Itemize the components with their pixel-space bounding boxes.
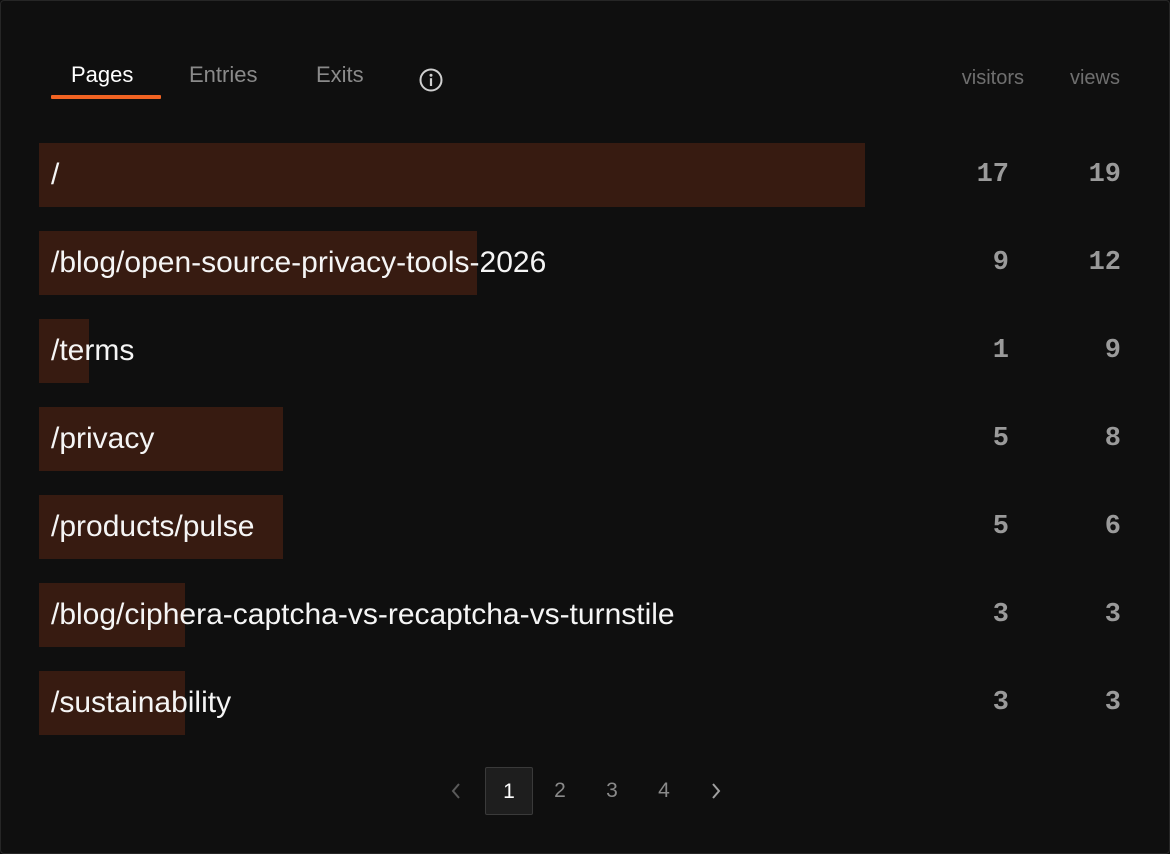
tab-entries-label: Entries bbox=[189, 62, 258, 87]
views-count: 9 bbox=[1104, 336, 1121, 366]
active-tab-indicator bbox=[51, 95, 161, 99]
visitors-count: 5 bbox=[992, 424, 1009, 454]
tab-pages-label: Pages bbox=[71, 62, 134, 87]
share-bar bbox=[39, 143, 865, 207]
list-item[interactable]: /privacy 5 8 bbox=[39, 407, 1121, 471]
list-item[interactable]: /sustainability 3 3 bbox=[39, 671, 1121, 735]
views-count: 3 bbox=[1104, 688, 1121, 718]
chevron-right-icon bbox=[712, 783, 721, 799]
visitors-count: 9 bbox=[992, 248, 1009, 278]
next-page-button[interactable] bbox=[691, 767, 739, 815]
list-item[interactable]: /blog/open-source-privacy-tools-2026 9 1… bbox=[39, 231, 1121, 295]
visitors-count: 3 bbox=[992, 600, 1009, 630]
views-count: 19 bbox=[1088, 160, 1121, 190]
top-pages-panel: Pages Entries Exits visitors views / 17 … bbox=[0, 0, 1170, 854]
tab-exits-label: Exits bbox=[316, 62, 364, 87]
page-path: /products/pulse bbox=[51, 510, 255, 543]
column-header-visitors: visitors bbox=[961, 67, 1024, 89]
page-button-1[interactable]: 1 bbox=[485, 767, 533, 815]
info-icon[interactable] bbox=[418, 67, 444, 93]
list-item[interactable]: / 17 19 bbox=[39, 143, 1121, 207]
tab-exits[interactable]: Exits bbox=[316, 59, 364, 101]
column-header-views: views bbox=[1069, 67, 1120, 89]
page-path: /sustainability bbox=[51, 686, 232, 719]
list-item[interactable]: /blog/ciphera-captcha-vs-recaptcha-vs-tu… bbox=[39, 583, 1121, 647]
page-path: /blog/ciphera-captcha-vs-recaptcha-vs-tu… bbox=[51, 598, 675, 631]
views-count: 12 bbox=[1088, 248, 1121, 278]
page-button-2[interactable]: 2 bbox=[536, 767, 584, 815]
views-count: 3 bbox=[1104, 600, 1121, 630]
page-path: /privacy bbox=[51, 422, 155, 455]
page-button-4[interactable]: 4 bbox=[640, 767, 688, 815]
prev-page-button[interactable] bbox=[433, 767, 481, 815]
tab-entries[interactable]: Entries bbox=[189, 59, 257, 101]
views-count: 6 bbox=[1104, 512, 1121, 542]
list-item[interactable]: /products/pulse 5 6 bbox=[39, 495, 1121, 559]
chevron-left-icon bbox=[451, 783, 460, 799]
page-path: /terms bbox=[51, 334, 135, 367]
page-button-3[interactable]: 3 bbox=[588, 767, 636, 815]
page-path: / bbox=[51, 158, 60, 191]
visitors-count: 3 bbox=[992, 688, 1009, 718]
visitors-count: 1 bbox=[992, 336, 1009, 366]
list-item[interactable]: /terms 1 9 bbox=[39, 319, 1121, 383]
visitors-count: 5 bbox=[992, 512, 1009, 542]
visitors-count: 17 bbox=[976, 160, 1009, 190]
views-count: 8 bbox=[1104, 424, 1121, 454]
page-path: /blog/open-source-privacy-tools-2026 bbox=[51, 246, 547, 279]
